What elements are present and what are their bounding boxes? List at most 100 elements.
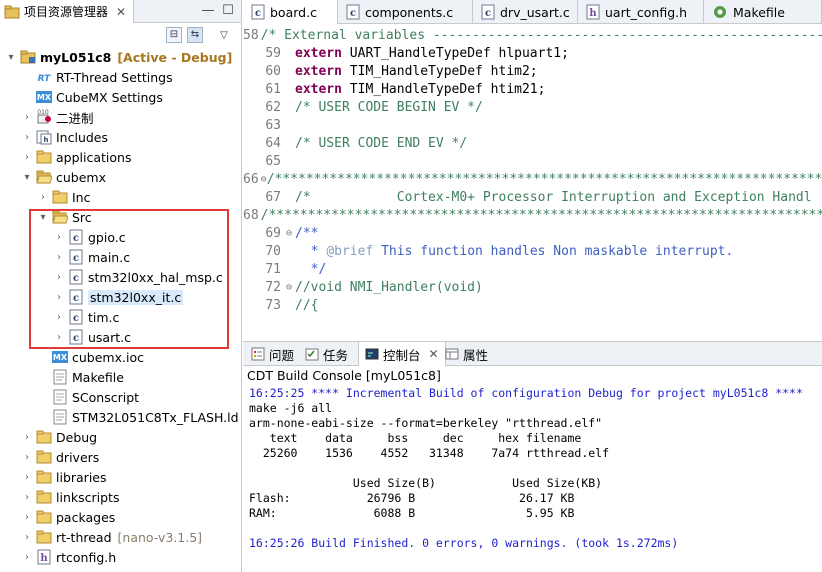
tree-item[interactable]: › libraries bbox=[0, 467, 241, 487]
tree-item[interactable]: › Debug bbox=[0, 427, 241, 447]
code-area[interactable]: 58/* External variables ----------------… bbox=[243, 26, 822, 340]
minimize-button[interactable]: — bbox=[200, 3, 216, 19]
close-icon[interactable]: ✕ bbox=[116, 5, 126, 19]
text-file-icon bbox=[52, 369, 68, 385]
chevron-right-icon[interactable]: › bbox=[22, 127, 32, 147]
line-number: 58 bbox=[243, 27, 259, 43]
line-number: 72 bbox=[265, 279, 281, 295]
tree-item[interactable]: MX cubemx.ioc bbox=[0, 347, 241, 367]
tree-item[interactable]: › rt-thread [nano-v3.1.5] bbox=[0, 527, 241, 547]
tree-item[interactable]: ▾ myL051c8 [Active - Debug] bbox=[0, 47, 241, 67]
editor-tab[interactable]: h uart_config.h bbox=[578, 0, 704, 24]
svg-text:h: h bbox=[589, 8, 597, 19]
code-line: 65 bbox=[243, 152, 822, 170]
tree-item[interactable]: Makefile bbox=[0, 367, 241, 387]
console-line: make -j6 all bbox=[249, 401, 333, 415]
tab-project-explorer[interactable]: 项目资源管理器 ✕ bbox=[0, 0, 134, 23]
code-line: 62 /* USER CODE BEGIN EV */ bbox=[243, 98, 822, 116]
code-token: //{ bbox=[295, 297, 319, 313]
console-tab[interactable]: 问题 bbox=[245, 342, 300, 366]
console-tab[interactable]: 属性 bbox=[439, 342, 494, 366]
console-tab[interactable]: 控制台 ✕ bbox=[358, 342, 446, 366]
console-tab-label: 问题 bbox=[269, 347, 295, 363]
svg-text:h: h bbox=[44, 136, 49, 144]
tree-item[interactable]: › h Includes bbox=[0, 127, 241, 147]
console-title: CDT Build Console [myL051c8] bbox=[247, 368, 441, 383]
fold-toggle-icon[interactable]: ⊖ bbox=[283, 282, 295, 293]
folder-icon bbox=[36, 449, 52, 465]
chevron-right-icon[interactable]: › bbox=[22, 487, 32, 507]
chevron-right-icon[interactable]: › bbox=[22, 147, 32, 167]
editor-tab[interactable]: c components.c bbox=[338, 0, 473, 24]
editor-tab-label: drv_usart.c bbox=[500, 4, 570, 20]
tree-item-label: Makefile bbox=[72, 369, 124, 385]
line-number: 73 bbox=[265, 297, 281, 313]
console-line: 16:25:25 **** Incremental Build of confi… bbox=[249, 386, 803, 400]
chevron-right-icon[interactable]: › bbox=[22, 427, 32, 447]
folder-icon bbox=[36, 509, 52, 525]
tree-item-label: cubemx bbox=[56, 169, 106, 185]
chevron-down-icon[interactable]: ▾ bbox=[22, 167, 32, 187]
tree-item[interactable]: › Inc bbox=[0, 187, 241, 207]
tree-item[interactable]: › applications bbox=[0, 147, 241, 167]
maximize-button[interactable]: ☐ bbox=[220, 3, 236, 19]
tree-item-label: SConscript bbox=[72, 389, 140, 405]
chevron-right-icon[interactable]: › bbox=[22, 547, 32, 567]
tree-item[interactable]: › linkscripts bbox=[0, 487, 241, 507]
editor-tab-label: board.c bbox=[270, 4, 317, 20]
tree-item-label: rt-thread bbox=[56, 529, 112, 545]
tree-item[interactable]: › drivers bbox=[0, 447, 241, 467]
code-line: 64 /* USER CODE END EV */ bbox=[243, 134, 822, 152]
version-badge: [nano-v3.1.5] bbox=[117, 529, 203, 545]
tree-item[interactable]: RT RT-Thread Settings bbox=[0, 67, 241, 87]
console-tabbar: 问题 任务 控制台 ✕ 属性 bbox=[243, 342, 822, 366]
code-token: extern bbox=[295, 81, 342, 97]
tree-item-label: Inc bbox=[72, 189, 91, 205]
link-with-editor-button[interactable]: ⇆ bbox=[187, 27, 203, 43]
console-tab[interactable]: 任务 bbox=[299, 342, 354, 366]
tree-item-label: libraries bbox=[56, 469, 107, 485]
fold-toggle-icon[interactable]: ⊖ bbox=[283, 228, 295, 239]
line-number: 64 bbox=[265, 135, 281, 151]
tree-item-label: CubeMX Settings bbox=[56, 89, 163, 105]
tree-item[interactable]: › 010 二进制 bbox=[0, 107, 241, 127]
tree-item[interactable]: ▾ cubemx bbox=[0, 167, 241, 187]
tree-item[interactable]: › packages bbox=[0, 507, 241, 527]
console-output[interactable]: 16:25:25 **** Incremental Build of confi… bbox=[243, 386, 822, 572]
editor-tab[interactable]: c board.c bbox=[243, 0, 338, 24]
tree-item-label: applications bbox=[56, 149, 132, 165]
view-menu-button[interactable]: ▽ bbox=[216, 28, 232, 44]
tree-item[interactable]: SConscript bbox=[0, 387, 241, 407]
editor-tab-label: Makefile bbox=[733, 4, 785, 20]
chevron-right-icon[interactable]: › bbox=[38, 187, 48, 207]
folder-icon bbox=[36, 529, 52, 545]
tree-item[interactable]: STM32L051C8Tx_FLASH.ld bbox=[0, 407, 241, 427]
tree-item[interactable]: MX CubeMX Settings bbox=[0, 87, 241, 107]
editor-tab[interactable]: Makefile bbox=[704, 0, 822, 24]
close-icon[interactable]: ✕ bbox=[429, 347, 439, 361]
project-explorer: 项目资源管理器 ✕ — ☐ ⊟ ⇆ ▽ ▾ myL051c8 [Active - D… bbox=[0, 0, 242, 572]
chevron-right-icon[interactable]: › bbox=[22, 527, 32, 547]
problems-icon bbox=[251, 347, 265, 361]
console-tab-label: 控制台 bbox=[383, 347, 421, 363]
line-number: 62 bbox=[265, 99, 281, 115]
editor-tab[interactable]: c drv_usart.c bbox=[473, 0, 578, 24]
chevron-right-icon[interactable]: › bbox=[22, 107, 32, 127]
tree-item-label: RT-Thread Settings bbox=[56, 69, 173, 85]
tab-label: 项目资源管理器 bbox=[24, 5, 109, 19]
chevron-down-icon[interactable]: ▾ bbox=[6, 47, 16, 67]
chevron-right-icon[interactable]: › bbox=[22, 507, 32, 527]
line-number: 63 bbox=[265, 117, 281, 133]
collapse-all-button[interactable]: ⊟ bbox=[166, 27, 182, 43]
chevron-right-icon[interactable]: › bbox=[22, 467, 32, 487]
tree-item-label: 二进制 bbox=[56, 110, 94, 126]
code-line: 73 //{ bbox=[243, 296, 822, 314]
properties-icon bbox=[445, 347, 459, 361]
console-line: Flash: 26796 B 26.17 KB bbox=[249, 491, 575, 505]
chevron-right-icon[interactable]: › bbox=[22, 447, 32, 467]
code-line: 72 ⊖//void NMI_Handler(void) bbox=[243, 278, 822, 296]
tree-item[interactable]: › h rtconfig.h bbox=[0, 547, 241, 567]
